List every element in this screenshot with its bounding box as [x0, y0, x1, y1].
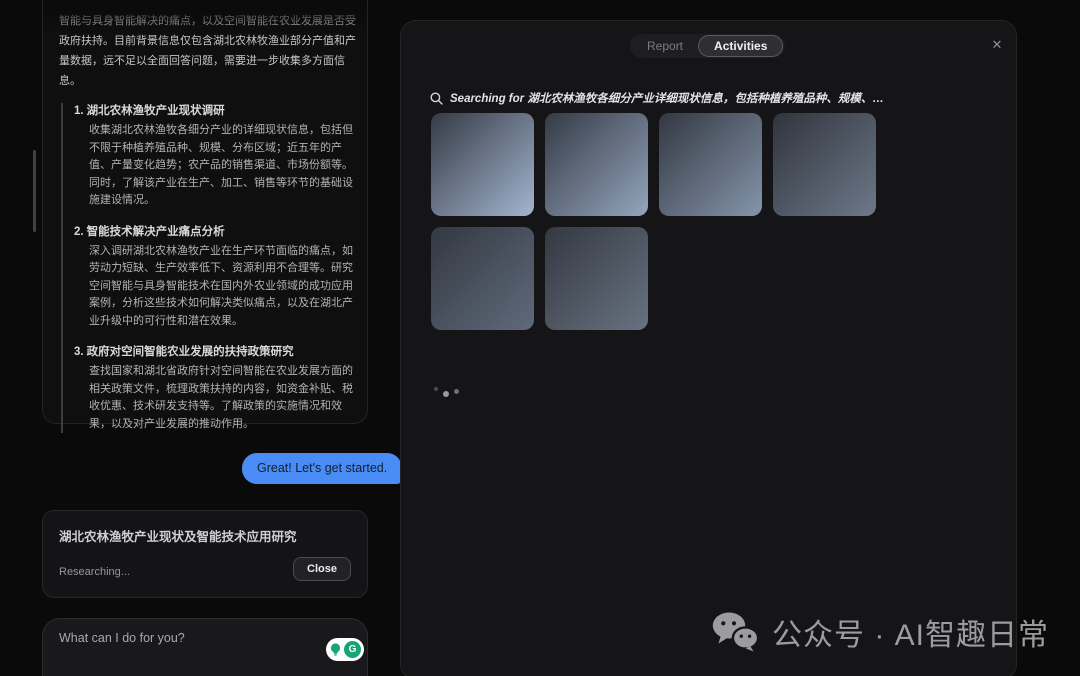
tab-activities[interactable]: Activities	[698, 35, 783, 57]
plan-item-body: 查找国家和湖北省政府针对空间智能在农业发展方面的相关政策文件，梳理政策扶持的内容…	[89, 363, 359, 433]
loading-indicator	[434, 384, 459, 397]
grammarly-g-icon: G	[344, 641, 361, 658]
research-plan-list: 1.湖北农林渔牧产业现状调研 收集湖北农林渔牧各细分产业的详细现状信息，包括但不…	[61, 103, 359, 433]
plan-item-title: 政府对空间智能农业发展的扶持政策研究	[87, 346, 294, 358]
loading-dot	[454, 389, 459, 394]
plan-item-number: 1.	[74, 105, 84, 117]
plan-item-body: 收集湖北农林渔牧各细分产业的详细现状信息，包括但不限于种植养殖品种、规模、分布区…	[89, 122, 359, 210]
chat-input-placeholder: What can I do for you?	[59, 631, 185, 645]
image-placeholder[interactable]	[773, 113, 876, 216]
plan-item-title: 湖北农林渔牧产业现状调研	[87, 105, 225, 117]
plan-item-title: 智能技术解决产业痛点分析	[87, 226, 225, 238]
research-panel: Report Activities ✕ Searching for 湖北农林渔牧…	[400, 20, 1017, 676]
activity-search-row: Searching for 湖北农林渔牧各细分产业详细现状信息，包括种植养殖品种…	[430, 90, 884, 106]
task-status: Researching...	[59, 566, 130, 578]
plan-item-2: 2.智能技术解决产业痛点分析 深入调研湖北农林渔牧产业在生产环节面临的痛点，如劳…	[74, 224, 359, 331]
image-placeholder[interactable]	[659, 113, 762, 216]
image-placeholder[interactable]	[545, 227, 648, 330]
image-placeholder[interactable]	[431, 113, 534, 216]
image-placeholder[interactable]	[545, 113, 648, 216]
chat-input[interactable]: What can I do for you? G	[42, 618, 368, 676]
research-task-card: 湖北农林渔牧产业现状及智能技术应用研究 Researching... Close	[42, 510, 368, 598]
task-title: 湖北农林渔牧产业现状及智能技术应用研究	[59, 526, 297, 545]
plan-item-number: 3.	[74, 346, 84, 358]
plan-item-1: 1.湖北农林渔牧产业现状调研 收集湖北农林渔牧各细分产业的详细现状信息，包括但不…	[74, 103, 359, 210]
user-message-bubble: Great! Let's get started.	[242, 453, 402, 484]
ai-message-intro: 智能与具身智能解决的痛点，以及空间智能在农业发展是否受政府扶持。目前背景信息仅包…	[59, 11, 359, 91]
close-icon[interactable]: ✕	[987, 35, 1007, 55]
plan-item-number: 2.	[74, 226, 84, 238]
image-placeholder[interactable]	[431, 227, 534, 330]
grammarly-badge[interactable]: G	[326, 638, 364, 661]
chat-scrollbar[interactable]	[33, 150, 36, 232]
tab-report[interactable]: Report	[632, 36, 698, 56]
panel-tab-group: Report Activities	[630, 34, 785, 58]
lightbulb-icon	[329, 642, 342, 657]
search-activity-text: Searching for 湖北农林渔牧各细分产业详细现状信息，包括种植养殖品种…	[450, 90, 884, 106]
loading-dot	[434, 387, 438, 391]
app-screen: 智能与具身智能解决的痛点，以及空间智能在农业发展是否受政府扶持。目前背景信息仅包…	[0, 0, 1080, 676]
task-close-button[interactable]: Close	[293, 557, 351, 581]
search-icon	[430, 92, 443, 105]
loading-dot	[443, 391, 449, 397]
plan-item-3: 3.政府对空间智能农业发展的扶持政策研究 查找国家和湖北省政府针对空间智能在农业…	[74, 344, 359, 433]
ai-message-card: 智能与具身智能解决的痛点，以及空间智能在农业发展是否受政府扶持。目前背景信息仅包…	[42, 0, 368, 424]
plan-item-body: 深入调研湖北农林渔牧产业在生产环节面临的痛点，如劳动力短缺、生产效率低下、资源利…	[89, 243, 359, 331]
image-result-grid	[431, 113, 876, 330]
